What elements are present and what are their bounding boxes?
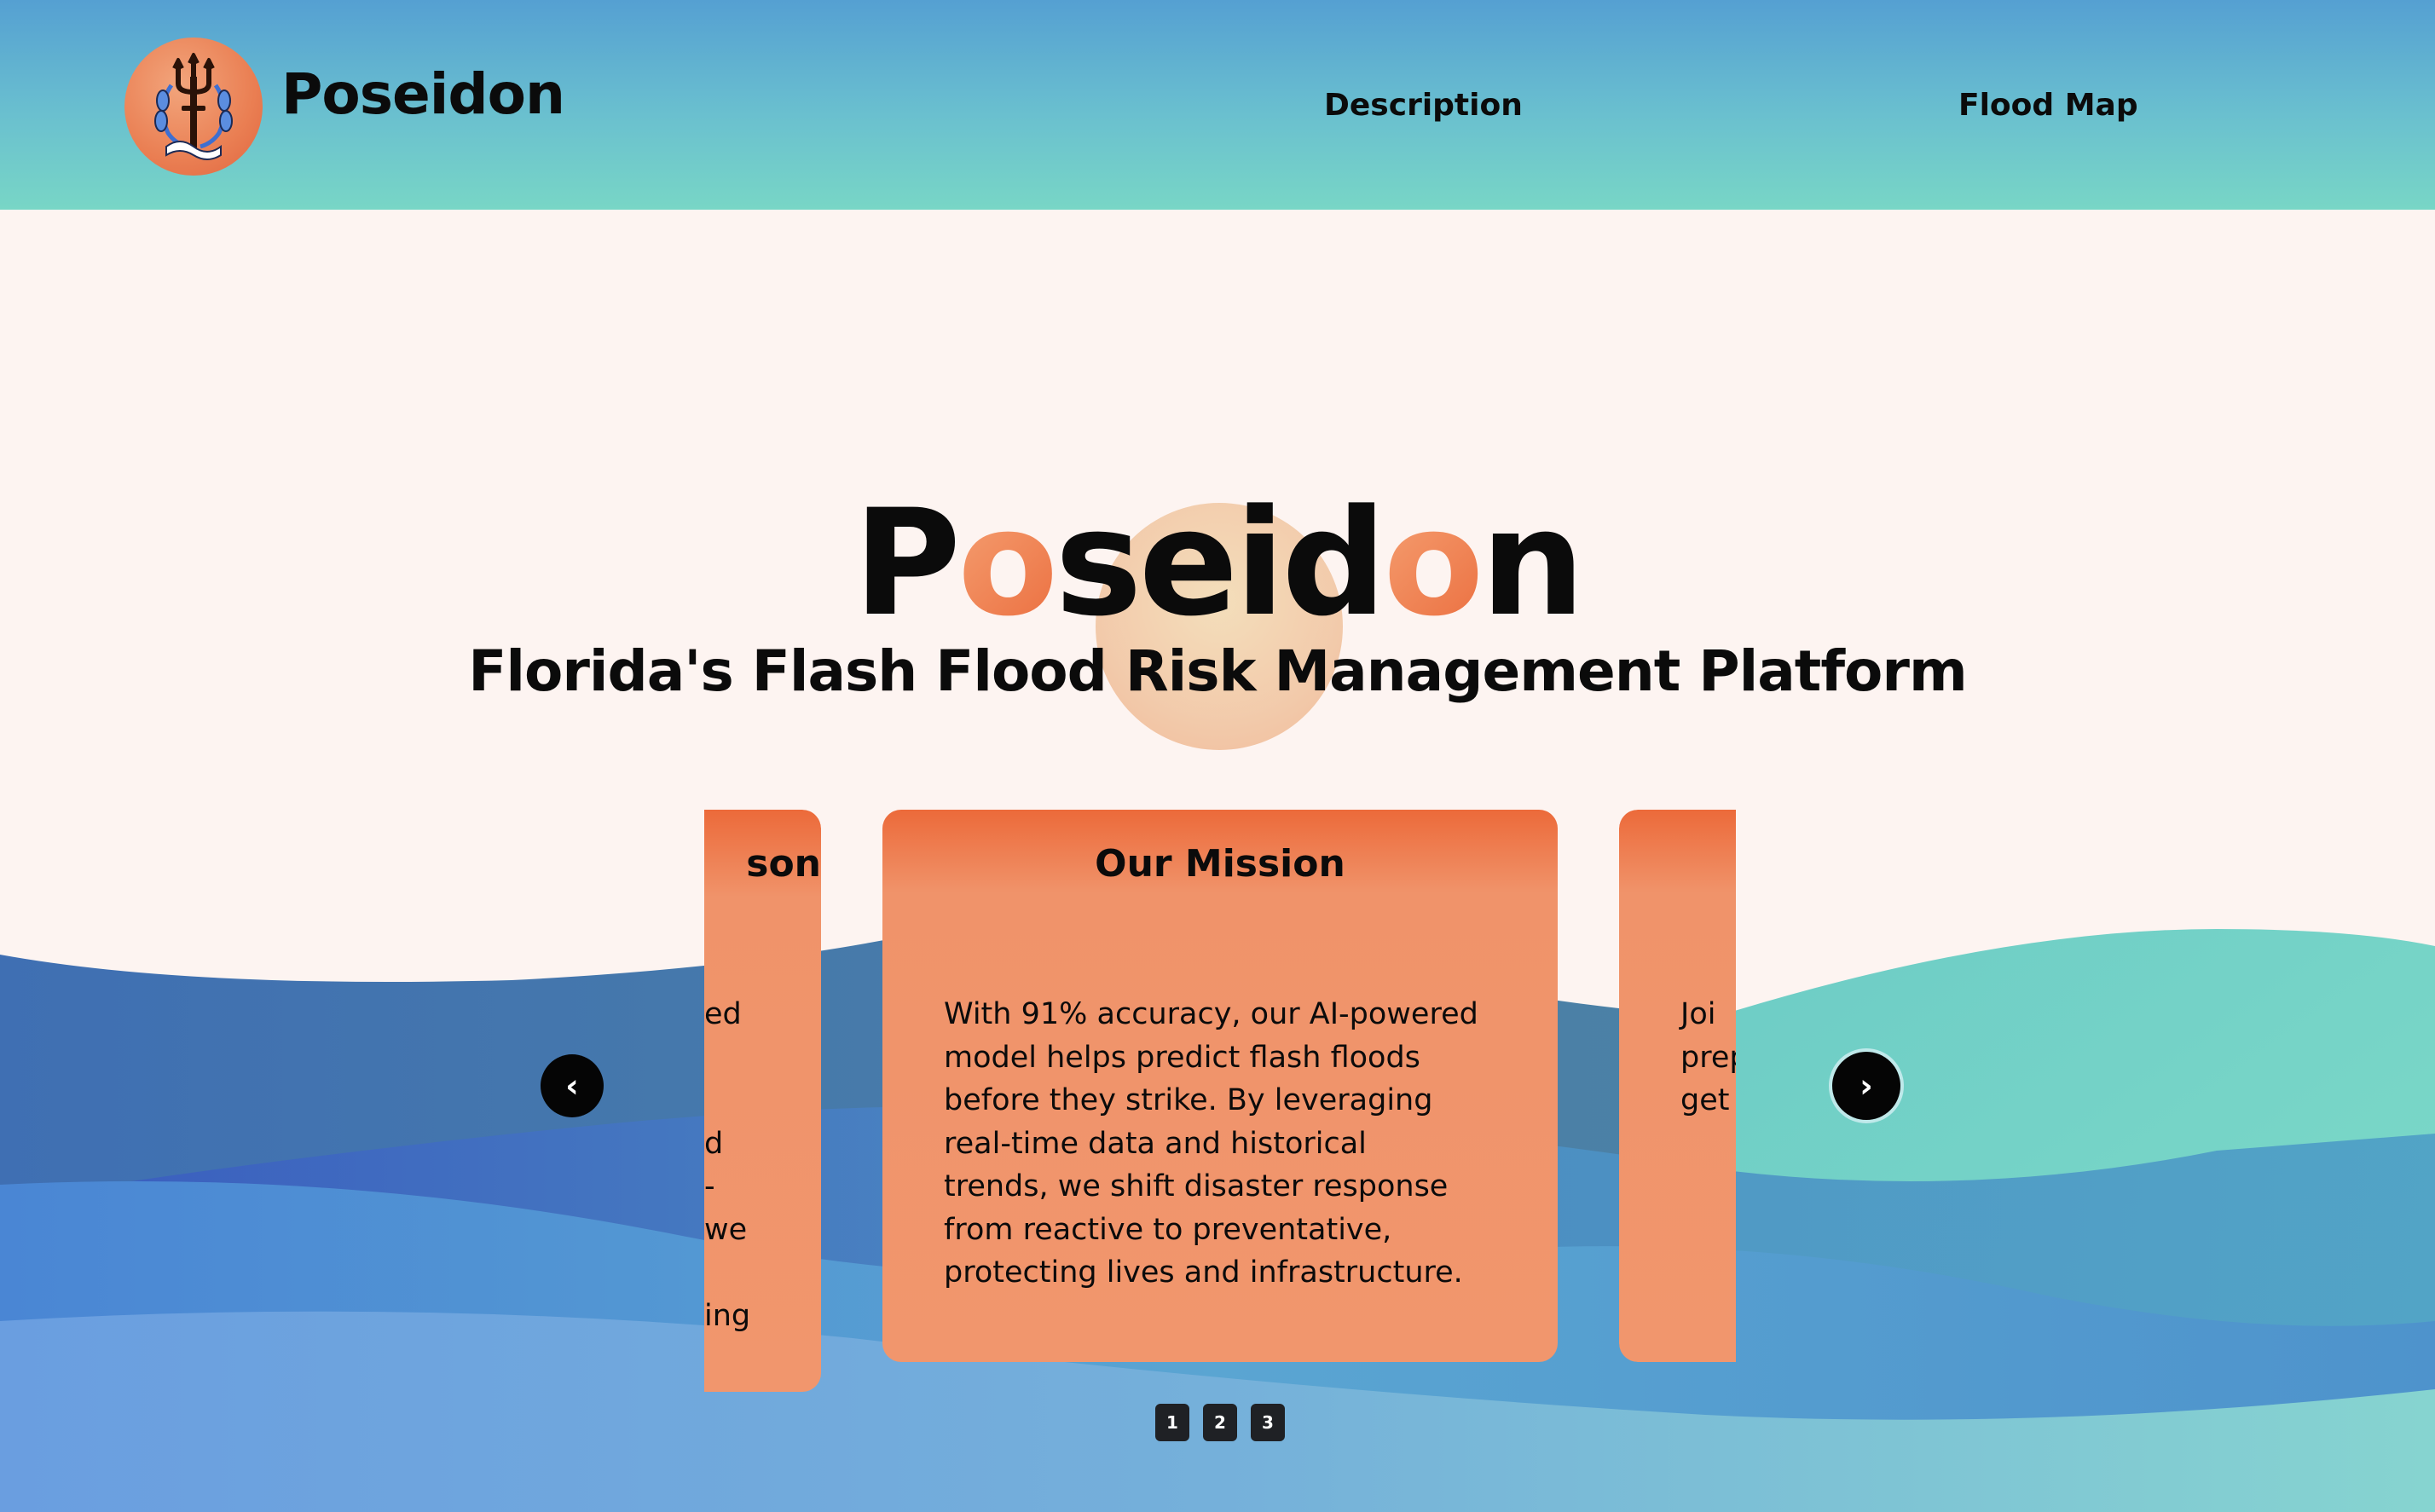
hero-subtitle: Florida's Flash Flood Risk Management Pl… — [468, 638, 1967, 704]
card-line: - — [704, 1169, 715, 1203]
hero-title-part: P — [853, 477, 961, 649]
brand-name[interactable]: Poseidon — [281, 66, 565, 123]
hero-title-part: n — [1480, 477, 1585, 649]
page-button-3[interactable]: 3 — [1251, 1404, 1285, 1441]
card-line: Joi — [1680, 997, 1716, 1031]
carousel-card-mission: Our Mission With 91% accuracy, our AI-po… — [882, 810, 1558, 1362]
page: Poseidon Description Flood Map Poseidon … — [0, 0, 2435, 1512]
card-line: ing — [704, 1298, 751, 1333]
page-button-2[interactable]: 2 — [1203, 1404, 1237, 1441]
site-header: Poseidon Description Flood Map — [0, 0, 2435, 210]
card-line: real-time data and historical — [944, 1126, 1367, 1161]
hero-title-accent: o — [1383, 477, 1484, 649]
logo-badge[interactable] — [124, 38, 263, 176]
card-line: trends, we shift disaster response — [944, 1169, 1449, 1203]
hero-title-part: seid — [1055, 477, 1386, 649]
carousel-pagination: 1 2 3 — [1155, 1404, 1285, 1441]
trident-icon — [154, 53, 233, 160]
card-line — [704, 1079, 821, 1122]
carousel-card-previous-body: son ed d - we ing — [704, 810, 821, 1392]
card-line: With 91% accuracy, our AI-powered — [944, 997, 1478, 1031]
carousel-card-next-body: Joi prep get — [1619, 810, 1736, 1362]
nav-flood-map-link[interactable]: Flood Map — [1958, 90, 2138, 121]
card-line: before they strike. By leveraging — [944, 1083, 1433, 1117]
card-line — [704, 1036, 821, 1080]
card-text: Joi prep get — [1680, 993, 1736, 1122]
card-text: ed d - we ing — [704, 993, 821, 1337]
carousel-card-previous[interactable]: son ed d - we ing — [704, 810, 821, 1392]
card-line: ed — [704, 997, 742, 1031]
carousel-card-next[interactable]: Joi prep get — [1619, 810, 1736, 1362]
card-title: Our Mission — [1095, 842, 1345, 886]
chevron-right-icon: › — [1860, 1067, 1873, 1105]
hero-title-accent: o — [957, 477, 1058, 649]
card-line: protecting lives and infrastructure. — [944, 1255, 1463, 1290]
card-line: we — [704, 1212, 748, 1247]
card-text: With 91% accuracy, our AI-powered model … — [944, 993, 1507, 1295]
page-button-1[interactable]: 1 — [1155, 1404, 1189, 1441]
card-line: get — [1680, 1083, 1730, 1117]
nav-description-link[interactable]: Description — [1324, 90, 1523, 121]
card-title: son — [746, 842, 821, 886]
card-line — [704, 1251, 821, 1295]
card-line: from reactive to preventative, — [944, 1212, 1392, 1247]
carousel-prev-button[interactable]: ‹ — [541, 1054, 604, 1117]
carousel-next-button[interactable]: › — [1832, 1052, 1900, 1120]
hero-title: Poseidon — [0, 490, 2435, 637]
card-line: prep — [1680, 1040, 1736, 1075]
card-line: d — [704, 1126, 724, 1161]
chevron-left-icon: ‹ — [565, 1067, 579, 1105]
card-line: model helps predict flash floods — [944, 1040, 1420, 1075]
